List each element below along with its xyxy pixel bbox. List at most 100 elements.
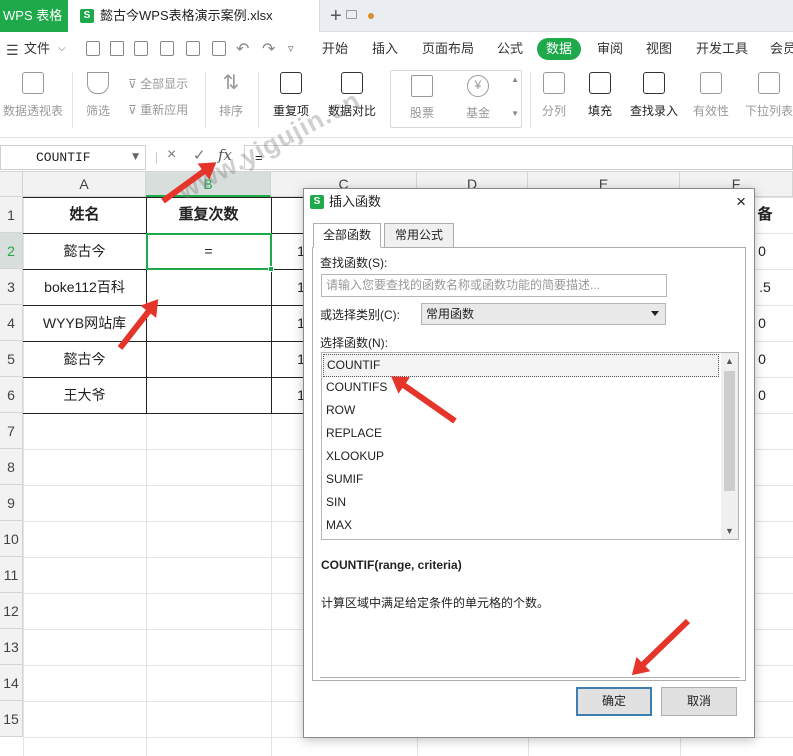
dropdown-list-button[interactable]: 下拉列表: [742, 66, 793, 132]
row-header[interactable]: 14: [0, 665, 23, 701]
row-header[interactable]: 2: [0, 233, 23, 269]
show-all-button[interactable]: ⊽ 全部显示: [128, 75, 188, 92]
gallery-up-icon[interactable]: ▲: [511, 75, 519, 84]
row-header[interactable]: 1: [0, 197, 23, 233]
row-header[interactable]: 9: [0, 485, 23, 521]
scroll-up-icon[interactable]: ▲: [721, 353, 738, 369]
list-item[interactable]: REPLACE: [323, 423, 719, 446]
file-tab[interactable]: S 懿古今WPS表格演示案例.xlsx: [68, 0, 374, 32]
reapply-button[interactable]: ⊽ 重新应用: [128, 101, 188, 118]
row-header[interactable]: 8: [0, 449, 23, 485]
active-cell-cursor[interactable]: [146, 233, 274, 272]
cell-a5[interactable]: 懿古今: [23, 341, 146, 377]
more-icon[interactable]: ▿: [288, 42, 294, 55]
find-entry-button[interactable]: 查找录入: [626, 66, 682, 132]
cell-f4[interactable]: 0: [755, 305, 769, 341]
chevron-down-icon[interactable]: ⌵: [58, 43, 66, 54]
chevron-down-icon[interactable]: ▼: [132, 146, 139, 169]
menu-developer[interactable]: 开发工具: [696, 33, 748, 65]
column-header-a[interactable]: A: [23, 172, 146, 197]
menu-formula[interactable]: 公式: [497, 33, 523, 65]
sort-button[interactable]: ⇅ 排序: [210, 66, 252, 132]
formula-input[interactable]: =: [244, 145, 793, 170]
cell-a1[interactable]: 姓名: [23, 197, 146, 233]
list-item[interactable]: COUNTIF: [323, 354, 719, 377]
row-header[interactable]: 5: [0, 341, 23, 377]
tab-common-formulas[interactable]: 常用公式: [384, 223, 454, 248]
menu-review[interactable]: 审阅: [597, 33, 623, 65]
dialog-title-bar[interactable]: S 插入函数 ×: [304, 189, 754, 215]
fill-handle[interactable]: [268, 266, 274, 272]
split-column-icon: [543, 72, 565, 94]
formula-bar: COUNTIF ▼ × ✓ fx =: [0, 143, 793, 172]
hamburger-icon[interactable]: ☰: [6, 42, 19, 59]
select-all-corner[interactable]: [0, 172, 23, 197]
list-item[interactable]: MAX: [323, 515, 719, 538]
menu-insert[interactable]: 插入: [372, 33, 398, 65]
list-item[interactable]: SIN: [323, 492, 719, 515]
export-pdf-icon[interactable]: [160, 41, 174, 56]
dialog-title: 插入函数: [329, 194, 382, 209]
file-menu[interactable]: 文件: [24, 33, 50, 65]
ok-button[interactable]: 确定: [576, 687, 652, 716]
stock-fund-gallery[interactable]: 股票 ¥ 基金 ▲ ▼: [390, 70, 522, 128]
menu-member[interactable]: 会员: [770, 33, 793, 65]
menu-view[interactable]: 视图: [646, 33, 672, 65]
validity-label: 有效性: [692, 104, 729, 118]
row-header[interactable]: 3: [0, 269, 23, 305]
row-header[interactable]: 12: [0, 593, 23, 629]
close-icon[interactable]: ×: [736, 192, 746, 212]
upload-icon: [643, 72, 665, 94]
save-icon[interactable]: [134, 41, 148, 56]
menu-start[interactable]: 开始: [322, 33, 348, 65]
cell-a6[interactable]: 王大爷: [23, 377, 146, 413]
list-item[interactable]: XLOOKUP: [323, 446, 719, 469]
new-doc-icon[interactable]: [86, 41, 100, 56]
row-header[interactable]: 13: [0, 629, 23, 665]
pivot-table-button[interactable]: 数据透视表: [0, 66, 66, 132]
row-header[interactable]: 4: [0, 305, 23, 341]
function-list[interactable]: COUNTIF COUNTIFS ROW REPLACE XLOOKUP SUM…: [321, 352, 739, 540]
list-item[interactable]: SUMIF: [323, 469, 719, 492]
tab-all-functions[interactable]: 全部函数: [313, 223, 381, 248]
row-header[interactable]: 15: [0, 701, 23, 737]
fill-button[interactable]: 填充: [580, 66, 620, 132]
filter-button[interactable]: 筛选: [78, 66, 118, 132]
cell-f1[interactable]: 备: [755, 197, 775, 233]
app-tab[interactable]: WPS 表格: [0, 0, 68, 32]
cell-a2[interactable]: 懿古今: [23, 233, 146, 269]
cell-f6[interactable]: 0: [755, 377, 769, 413]
list-item[interactable]: COUNTIFS: [323, 377, 719, 400]
cell-f3[interactable]: .5: [755, 269, 775, 305]
validity-button[interactable]: 有效性: [686, 66, 736, 132]
cell-f2[interactable]: 0: [755, 233, 769, 269]
scroll-down-icon[interactable]: ▼: [721, 523, 738, 539]
scrollbar-thumb[interactable]: [724, 371, 735, 491]
cancel-formula-icon[interactable]: ×: [167, 146, 176, 164]
monitor-icon[interactable]: [346, 10, 357, 19]
list-item[interactable]: ROW: [323, 400, 719, 423]
gallery-down-icon[interactable]: ▼: [511, 109, 519, 118]
new-tab-button[interactable]: +: [330, 4, 342, 28]
print-icon[interactable]: [186, 41, 200, 56]
menu-data[interactable]: 数据: [537, 38, 581, 60]
funds-button[interactable]: ¥ 基金: [453, 71, 503, 127]
cell-f5[interactable]: 0: [755, 341, 769, 377]
list-scrollbar[interactable]: ▲ ▼: [721, 353, 738, 539]
stocks-button[interactable]: 股票: [397, 71, 447, 127]
menu-page-layout[interactable]: 页面布局: [422, 33, 474, 65]
category-select[interactable]: 常用函数: [421, 303, 666, 325]
row-header[interactable]: 10: [0, 521, 23, 557]
row-header[interactable]: 11: [0, 557, 23, 593]
name-box[interactable]: COUNTIF ▼: [0, 145, 146, 170]
print-preview-icon[interactable]: [212, 41, 226, 56]
function-search-input[interactable]: 请输入您要查找的函数名称或函数功能的简要描述...: [321, 274, 667, 297]
row-header[interactable]: 6: [0, 377, 23, 413]
cancel-button[interactable]: 取消: [661, 687, 737, 716]
undo-icon[interactable]: ↶: [236, 39, 249, 59]
open-folder-icon[interactable]: [110, 41, 124, 56]
split-column-button[interactable]: 分列: [534, 66, 574, 132]
row-header[interactable]: 7: [0, 413, 23, 449]
cell-a3[interactable]: boke112百科: [23, 269, 146, 305]
redo-icon[interactable]: ↷: [262, 39, 275, 59]
